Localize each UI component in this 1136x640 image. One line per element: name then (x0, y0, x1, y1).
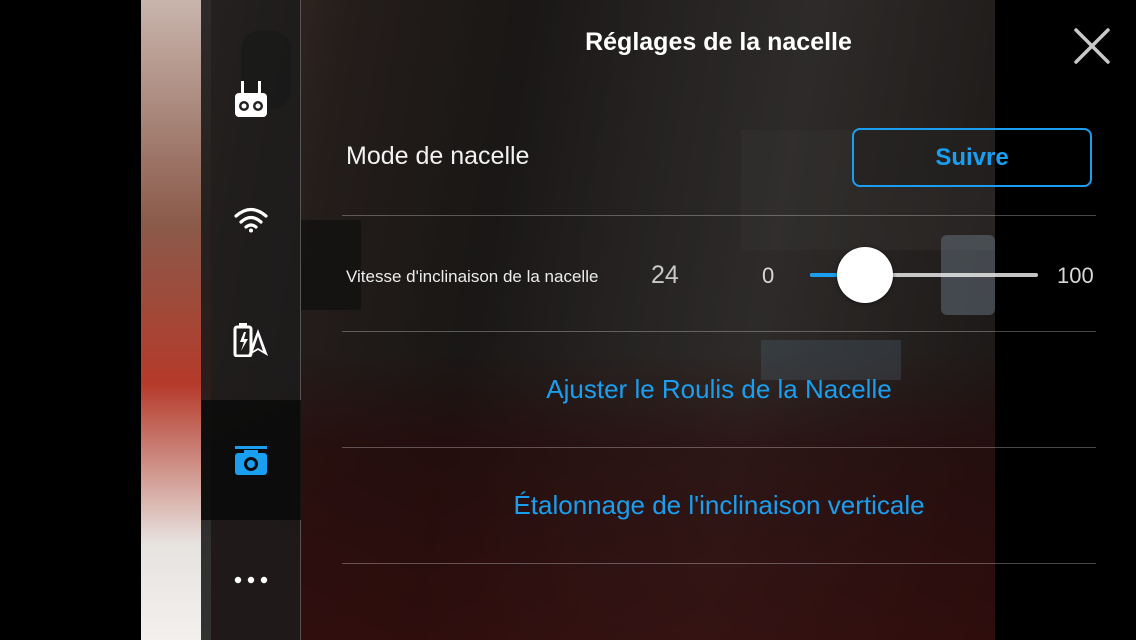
more-icon (234, 576, 268, 584)
app-screen: Réglages de la nacelle Mode de nacelle S… (0, 0, 1136, 640)
page-title: Réglages de la nacelle (301, 28, 1136, 62)
sidebar-item-more[interactable] (201, 520, 301, 640)
slider-thumb[interactable] (836, 247, 893, 303)
sidebar-item-wifi[interactable] (201, 160, 301, 280)
close-icon (1074, 28, 1110, 64)
vertical-calibration-button[interactable]: Étalonnage de l'inclinaison verticale (342, 490, 1096, 521)
settings-sidebar (201, 0, 301, 640)
slider-min-label: 0 (762, 263, 775, 288)
gimbal-camera-icon (235, 446, 267, 475)
vertical-calibration-row: Étalonnage de l'inclinaison verticale (342, 448, 1096, 564)
battery-aircraft-icon (233, 323, 268, 357)
tilt-speed-value: 24 (651, 261, 679, 289)
sidebar-item-remote-controller[interactable] (201, 40, 301, 160)
slider-max-label: 100 (1057, 263, 1094, 288)
adjust-roll-row: Ajuster le Roulis de la Nacelle (342, 332, 1096, 448)
tilt-speed-label: Vitesse d'inclinaison de la nacelle (346, 267, 599, 286)
adjust-roll-button[interactable]: Ajuster le Roulis de la Nacelle (342, 374, 1096, 405)
page-title-text: Réglages de la nacelle (585, 28, 852, 56)
gimbal-mode-label: Mode de nacelle (346, 142, 530, 170)
tilt-speed-slider[interactable] (810, 247, 1038, 303)
remote-controller-icon (235, 81, 267, 117)
gimbal-mode-button[interactable]: Suivre (852, 128, 1092, 187)
close-button[interactable] (1068, 22, 1116, 70)
wifi-icon (234, 207, 268, 233)
tilt-speed-row: Vitesse d'inclinaison de la nacelle 24 0… (342, 216, 1096, 332)
gimbal-mode-row: Mode de nacelle Suivre (342, 100, 1096, 216)
sidebar-item-gimbal-camera[interactable] (201, 400, 301, 520)
sidebar-item-aircraft-battery[interactable] (201, 280, 301, 400)
